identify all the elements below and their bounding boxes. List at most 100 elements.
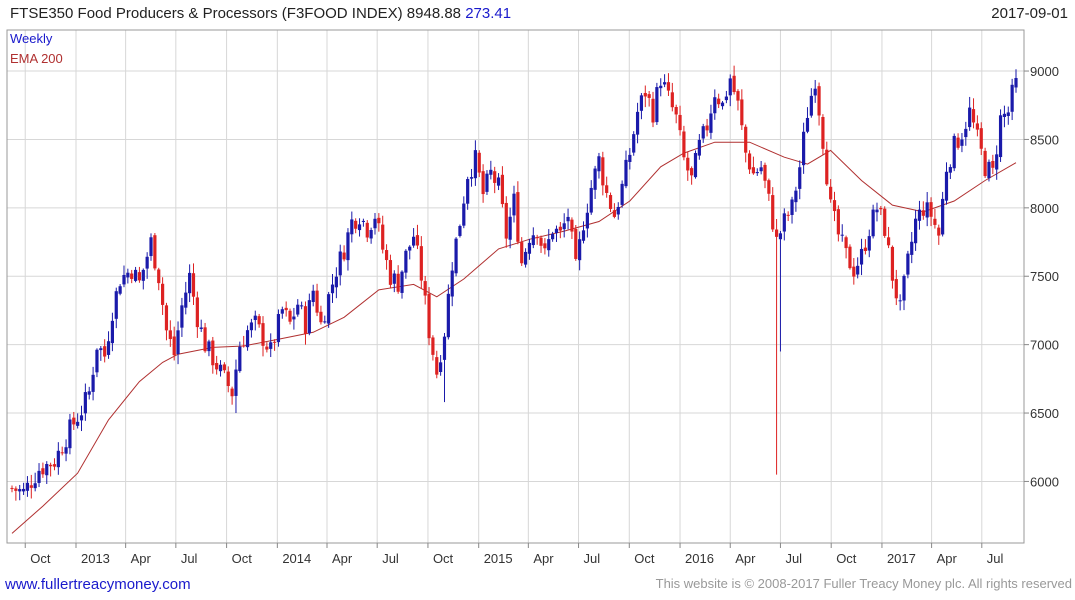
candle-body (439, 362, 443, 373)
candle-body (647, 94, 651, 98)
x-axis-ticks: Oct 2013 Apr Jul Oct 2014 Apr Jul Oct 2015 Apr Jul O… (24, 543, 1004, 566)
candle-body (485, 173, 489, 192)
candle-body (45, 463, 49, 476)
candle-body (133, 269, 138, 281)
candle-body (759, 167, 763, 172)
candle-body (786, 214, 790, 216)
candle-body (296, 304, 300, 315)
y-tick-label: 6500 (1030, 406, 1059, 421)
candle-body (562, 223, 566, 230)
chart-title: FTSE350 Food Producers & Processors (F3F… (10, 5, 403, 22)
candle-body (620, 183, 624, 205)
candle-body (890, 246, 895, 281)
candle-body (76, 421, 80, 426)
candle-body (558, 226, 562, 231)
candle-body (520, 242, 524, 264)
candle-body (720, 102, 725, 107)
plot-frame (6, 29, 1025, 544)
candle-body (346, 232, 350, 261)
candle-body (1014, 78, 1018, 88)
candle-body (693, 152, 698, 178)
candle-body (276, 314, 281, 343)
website-link[interactable]: www.fullertreacymoney.com (5, 576, 191, 593)
candle-body (122, 274, 126, 285)
x-tick-label: Oct (433, 551, 454, 566)
candle-body (269, 342, 273, 349)
candle-body (921, 210, 925, 216)
candle-body (188, 272, 192, 294)
candle-body (145, 256, 149, 269)
y-tick-label: 7000 (1030, 338, 1059, 353)
legend-ema: EMA 200 (10, 51, 63, 66)
candle-body (489, 169, 493, 175)
candle-body (736, 91, 740, 101)
candle-body (956, 137, 960, 148)
candle-body (466, 179, 470, 204)
candle-body (848, 246, 852, 269)
candle-body (300, 305, 304, 307)
x-tick-label: Oct (30, 551, 51, 566)
candle-body (288, 310, 292, 322)
candle-body (894, 279, 898, 299)
candle-body (161, 283, 165, 305)
candle-body (666, 82, 671, 91)
candle-body (361, 220, 365, 222)
candle-body (207, 341, 211, 352)
candle-body (311, 290, 315, 303)
candle-body (338, 251, 342, 276)
x-tick-label: Jul (382, 551, 399, 566)
candle-body (261, 323, 265, 346)
candle-body (728, 78, 732, 96)
change-value: 273.41 (465, 5, 512, 22)
candle-body (971, 109, 976, 123)
candle-body (60, 452, 64, 454)
candle-body (948, 167, 952, 173)
candle-body (690, 168, 694, 176)
candle-body (33, 483, 37, 489)
y-tick-label: 8000 (1030, 201, 1059, 216)
candle-body (570, 219, 574, 232)
candle-body (49, 464, 53, 467)
candle-body (589, 187, 593, 213)
candle-body (284, 307, 288, 311)
candle-body (118, 286, 122, 294)
candle-body (917, 209, 922, 221)
candle-body (95, 349, 99, 373)
candle-body (257, 316, 261, 325)
candle-body (597, 156, 601, 172)
candle-body (323, 321, 327, 323)
candle-body (184, 292, 188, 308)
grid-lines (7, 30, 1024, 543)
candle-body (176, 330, 180, 355)
candle-body (910, 241, 914, 255)
x-tick-label: Jul (785, 551, 802, 566)
candle-body (856, 265, 860, 275)
candle-body (496, 177, 501, 186)
candle-body (153, 235, 157, 269)
candle-body (925, 202, 929, 218)
candle-body (25, 482, 30, 491)
x-tick-label: Oct (634, 551, 655, 566)
candle-body (929, 202, 933, 217)
x-tick-label: Jul (181, 551, 198, 566)
candle-body (203, 327, 207, 352)
candle-body (937, 227, 941, 236)
candle-body (852, 266, 856, 277)
x-tick-label: 2015 (484, 551, 513, 566)
candle-body (624, 159, 628, 187)
candle-body (1006, 112, 1010, 116)
candle-body (686, 157, 690, 171)
x-tick-label: Apr (937, 551, 958, 566)
candle-body (608, 195, 613, 209)
candle-body (450, 270, 454, 297)
y-axis-ticks: 6000 6500 7000 7500 8000 8500 9000 (1024, 64, 1059, 489)
x-tick-label: Apr (533, 551, 554, 566)
candle-body (790, 199, 794, 215)
candle-body (933, 218, 937, 225)
chart-header: FTSE350 Food Producers & Processors (F3F… (10, 5, 511, 22)
candle-body (14, 488, 18, 491)
candle-body (137, 272, 142, 281)
candle-body (643, 92, 647, 97)
candle-body (218, 364, 223, 372)
y-tick-label: 7500 (1030, 269, 1059, 284)
